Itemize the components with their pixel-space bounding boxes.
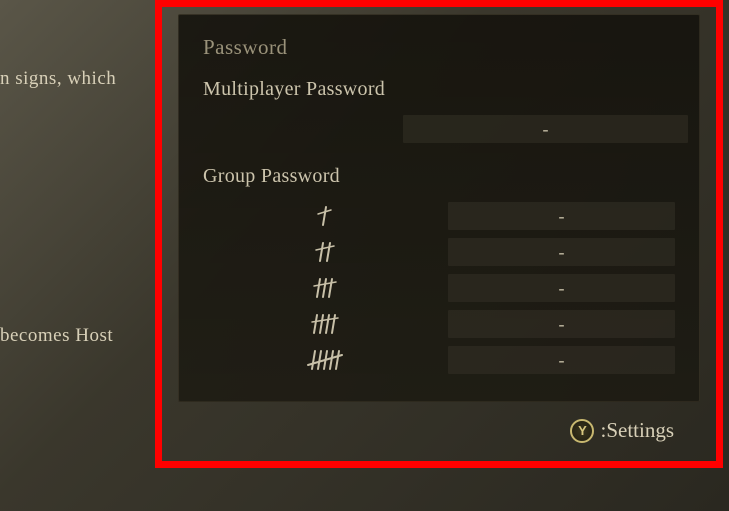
multiplayer-password-label: Multiplayer Password: [203, 78, 675, 101]
background-text-line-2: becomes Host: [0, 325, 113, 347]
group-password-row-1[interactable]: -: [203, 200, 675, 232]
group-password-rows: - - -: [203, 200, 675, 376]
settings-hint[interactable]: Y :Settings: [570, 418, 674, 443]
group-password-row-4[interactable]: -: [203, 308, 675, 340]
group-password-row-2[interactable]: -: [203, 236, 675, 268]
settings-hint-label: :Settings: [600, 418, 674, 443]
group-password-value-5[interactable]: -: [448, 346, 675, 374]
password-panel: Password Multiplayer Password - Group Pa…: [178, 14, 700, 402]
group-password-value-4[interactable]: -: [448, 310, 675, 338]
y-button-icon: Y: [570, 419, 594, 443]
group-password-label: Group Password: [203, 165, 675, 188]
background-text-line-1: n signs, which: [0, 68, 116, 90]
group-password-value-2[interactable]: -: [448, 238, 675, 266]
group-password-row-5[interactable]: -: [203, 344, 675, 376]
panel-title: Password: [203, 35, 675, 60]
tally-icon-4: [203, 311, 448, 337]
multiplayer-password-row[interactable]: -: [403, 113, 688, 145]
tally-icon-3: [203, 275, 448, 301]
group-password-row-3[interactable]: -: [203, 272, 675, 304]
tally-icon-1: [203, 203, 448, 229]
group-password-value-1[interactable]: -: [448, 202, 675, 230]
tally-icon-2: [203, 239, 448, 265]
tally-icon-5: [203, 347, 448, 373]
multiplayer-password-value[interactable]: -: [403, 115, 688, 143]
group-password-value-3[interactable]: -: [448, 274, 675, 302]
